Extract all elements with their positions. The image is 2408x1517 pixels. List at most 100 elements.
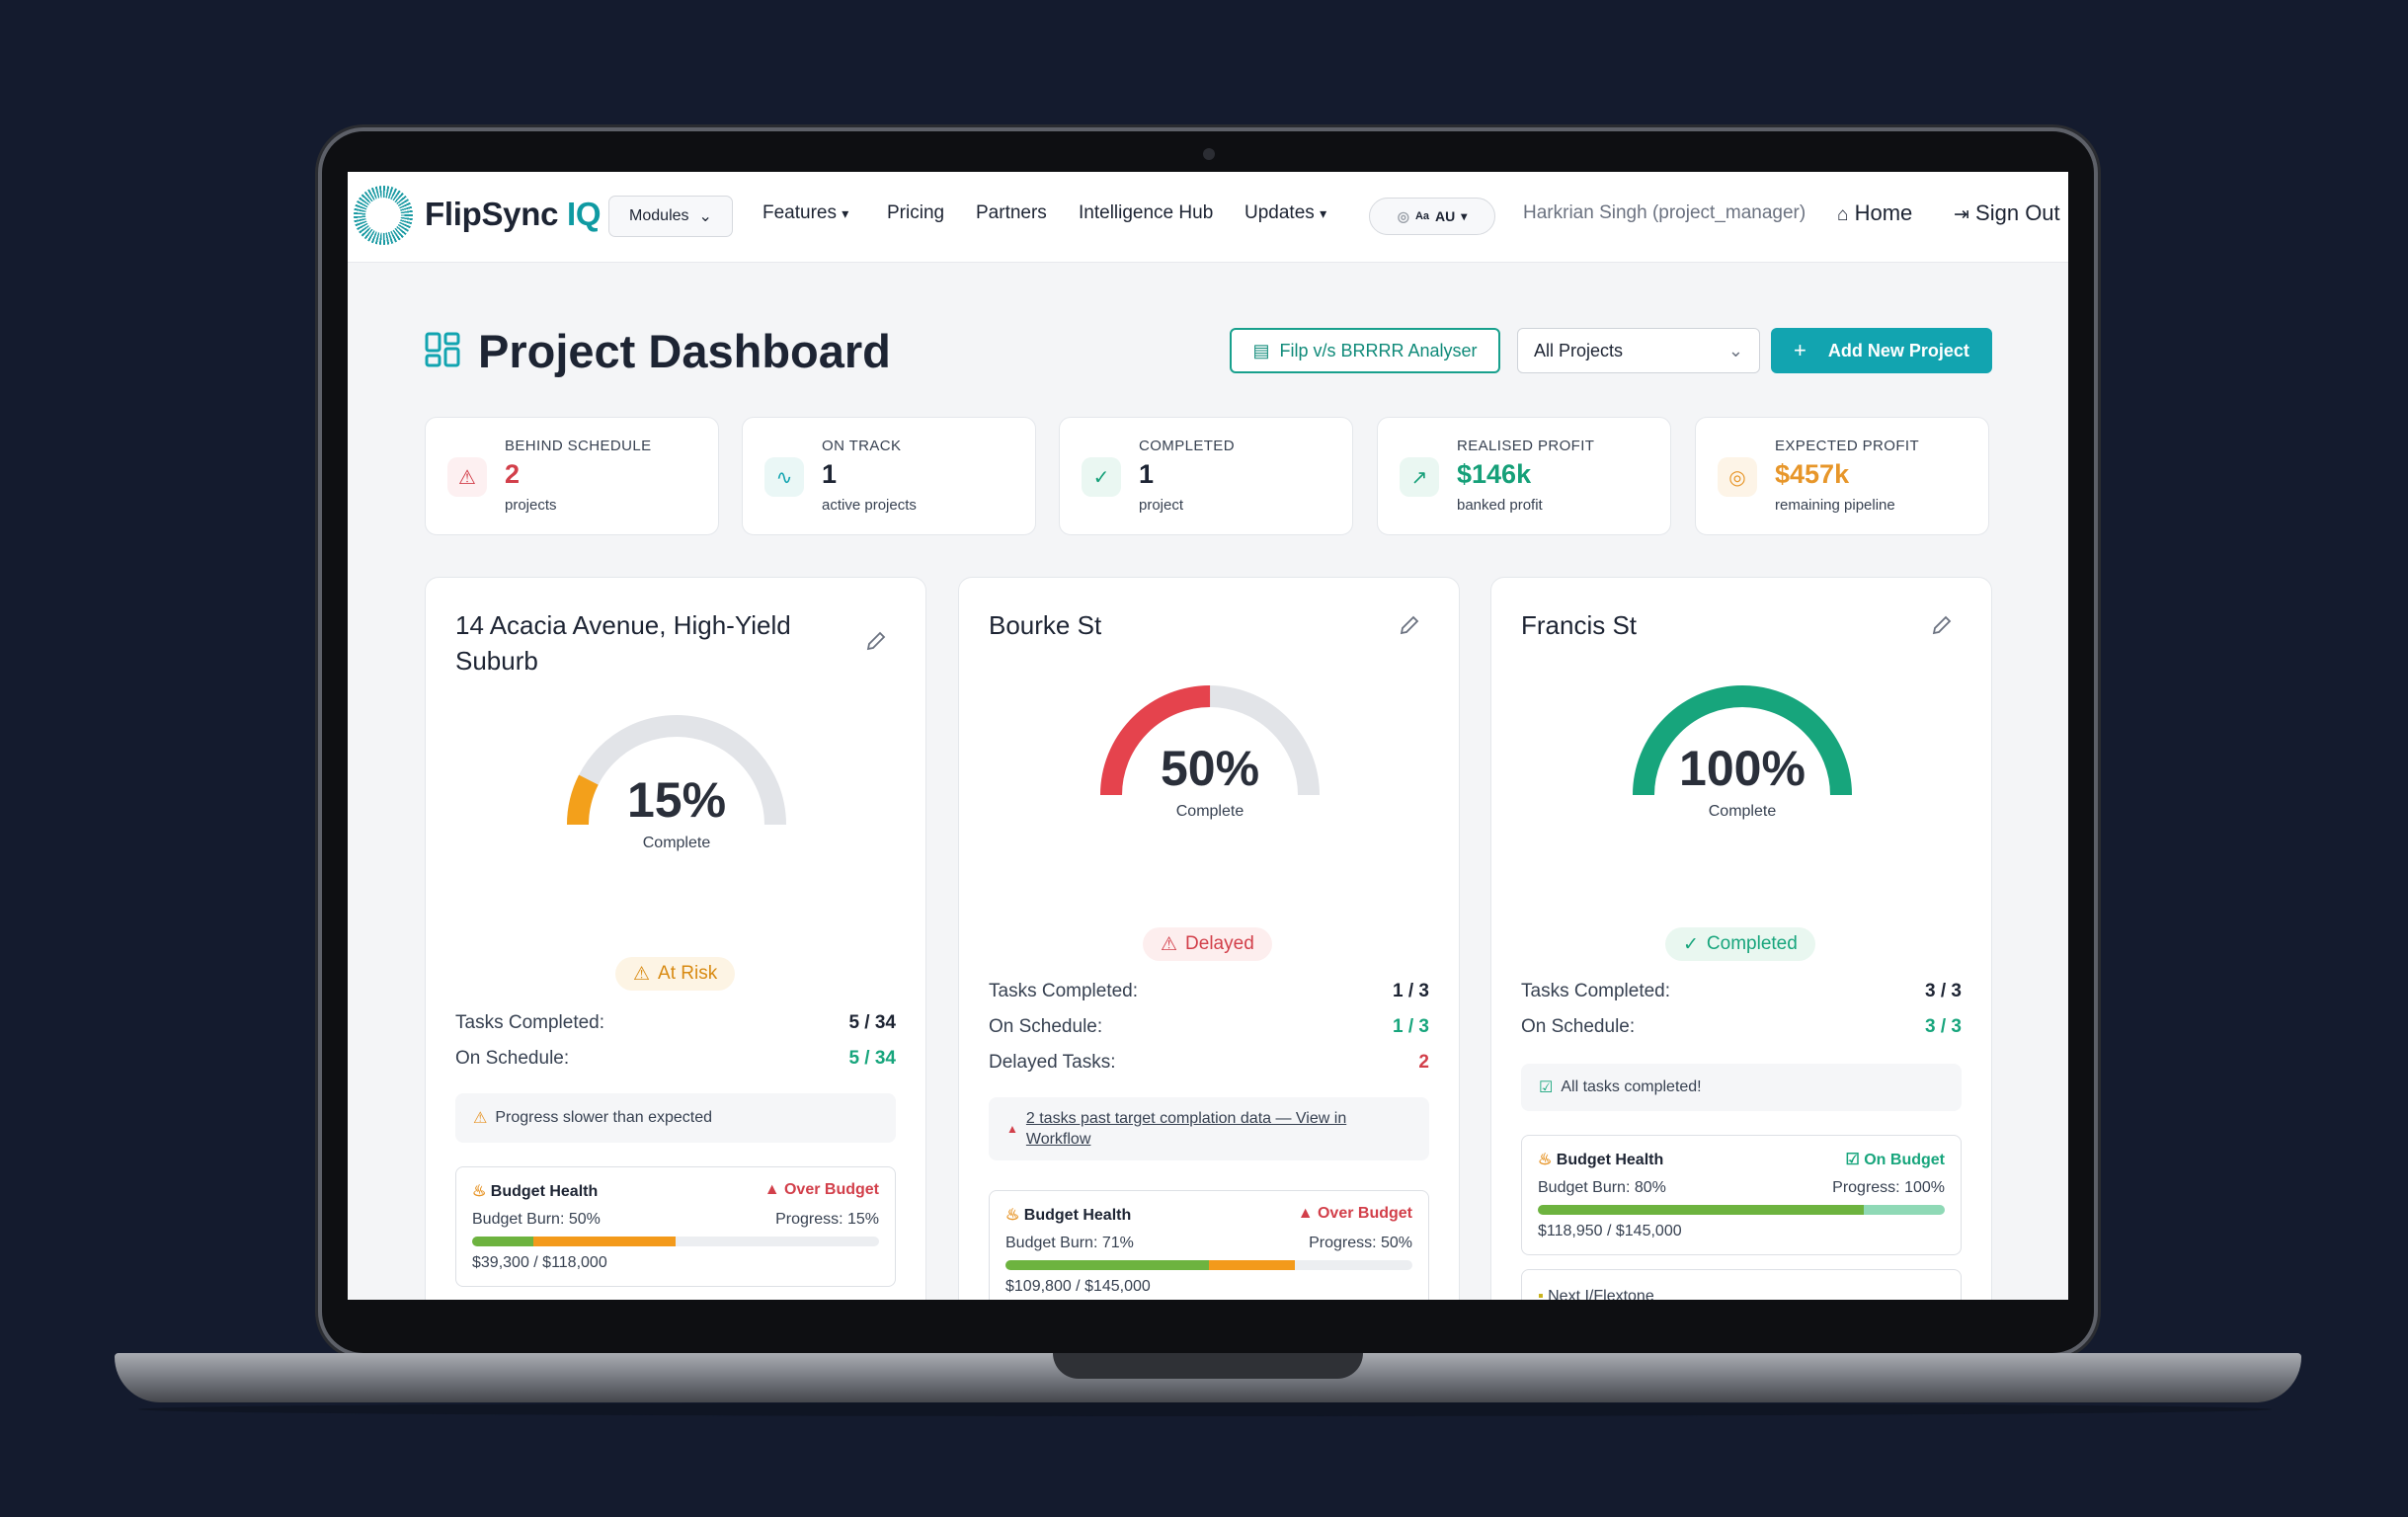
alert-triangle-icon: ⚠	[447, 457, 487, 497]
home-icon: ⌂	[1837, 204, 1849, 225]
budget-burn-segment	[1538, 1205, 1864, 1215]
on-schedule-row: On Schedule: 3 / 3	[1521, 1016, 1962, 1037]
plus-icon: +	[1794, 338, 1806, 362]
nav-intelligence-hub[interactable]: Intelligence Hub	[1079, 202, 1213, 224]
fire-icon: ♨	[472, 1183, 487, 1200]
nav-sign-out[interactable]: ⇥ Sign Out	[1954, 200, 2060, 226]
chevron-down-icon: ▾	[842, 205, 849, 221]
status-badge: ⚠ At Risk	[615, 957, 736, 991]
chevron-down-icon: ▾	[1461, 209, 1468, 223]
chevron-down-icon: ▾	[1320, 205, 1327, 221]
budget-health-panel: ♨ Budget Health ☑ On Budget Budget Burn:…	[1521, 1135, 1962, 1255]
gauge-percent: 50%	[1160, 741, 1260, 796]
budget-health-panel: ♨ Budget Health ▲ Over Budget Budget Bur…	[989, 1190, 1429, 1300]
budget-burn-bar	[1005, 1260, 1412, 1270]
top-nav: FlipSync IQ Modules ⌄ Features ▾ Pricing …	[348, 172, 2068, 263]
modules-dropdown[interactable]: Modules ⌄	[608, 196, 733, 237]
tasks-completed-row: Tasks Completed: 1 / 3	[989, 981, 1429, 1001]
edit-icon[interactable]	[864, 629, 888, 653]
project-card-francis[interactable]: Francis St 100% Complete ✓ Completed Task…	[1490, 577, 1992, 1300]
sign-out-icon: ⇥	[1954, 204, 1969, 225]
on-schedule-row: On Schedule: 1 / 3	[989, 1016, 1429, 1037]
nav-home[interactable]: ⌂ Home	[1837, 200, 1912, 226]
stat-realised-profit: ↗ REALISED PROFIT $146k banked profit	[1377, 417, 1671, 535]
on-schedule-row: On Schedule: 5 / 34	[455, 1048, 896, 1069]
app-screen: FlipSync IQ Modules ⌄ Features ▾ Pricing …	[348, 172, 2068, 1300]
nav-pricing[interactable]: Pricing	[887, 202, 944, 224]
stat-completed: ✓ COMPLETED 1 project	[1059, 417, 1353, 535]
alert-icon: ▲	[1297, 1205, 1314, 1222]
translate-icon: Aa	[1414, 210, 1429, 222]
project-title: Bourke St	[989, 610, 1102, 640]
gauge-label: Complete	[1708, 803, 1777, 820]
next-milestone-panel: ▪ Next I/Flextone	[1521, 1269, 1962, 1300]
completion-note: ☑ All tasks completed!	[1521, 1064, 1962, 1111]
edit-icon[interactable]	[1930, 613, 1954, 637]
flip-brrrr-analyser-button[interactable]: ▤ Filp v/s BRRRR Analyser	[1230, 328, 1500, 373]
remaining-progress-segment	[1863, 1205, 1945, 1215]
alert-icon: ▲	[763, 1181, 780, 1198]
locale-selector[interactable]: ◎ Aa AU ▾	[1369, 198, 1495, 235]
alert-triangle-icon: ⚠	[633, 963, 651, 985]
gauge-percent: 15%	[626, 772, 727, 828]
brand-logo[interactable]: FlipSync IQ	[425, 196, 602, 233]
chevron-down-icon: ⌄	[698, 208, 712, 225]
stat-expected-profit: ◎ EXPECTED PROFIT $457k remaining pipeli…	[1695, 417, 1989, 535]
budget-health-panel: ♨ Budget Health ▲ Over Budget Budget Bur…	[455, 1166, 896, 1287]
check-circle-icon: ✓	[1082, 457, 1121, 497]
progress-gauge: 15% Complete	[558, 706, 795, 854]
laptop-shadow	[138, 1402, 2272, 1416]
activity-icon: ∿	[764, 457, 804, 497]
nav-features[interactable]: Features ▾	[763, 202, 848, 224]
warning-icon: ⚠	[473, 1110, 488, 1127]
project-card-acacia[interactable]: 14 Acacia Avenue, High-Yield Suburb 15% …	[425, 577, 926, 1300]
modules-label: Modules	[629, 207, 689, 224]
stat-behind-schedule: ⚠ BEHIND SCHEDULE 2 projects	[425, 417, 719, 535]
fire-icon: ♨	[1538, 1152, 1553, 1168]
check-square-icon: ☑	[1845, 1152, 1860, 1168]
progress-gauge: 50% Complete	[1091, 677, 1328, 825]
nav-updates[interactable]: Updates ▾	[1244, 202, 1326, 224]
globe-icon: ◎	[1397, 207, 1409, 224]
over-budget-segment	[1209, 1260, 1295, 1270]
check-circle-icon: ✓	[1683, 933, 1699, 955]
status-badge: ✓ Completed	[1665, 927, 1815, 961]
alert-icon: ▲	[1006, 1122, 1018, 1136]
target-icon: ◎	[1718, 457, 1757, 497]
progress-note: ⚠ Progress slower than expected	[455, 1093, 896, 1143]
budget-burn-bar	[1538, 1205, 1945, 1215]
laptop-notch	[1053, 1353, 1363, 1379]
logo-icon[interactable]	[354, 186, 413, 245]
user-name: Harkrian Singh (project_manager)	[1523, 202, 1806, 223]
tasks-completed-row: Tasks Completed: 5 / 34	[455, 1012, 896, 1033]
calculator-icon: ▤	[1252, 340, 1270, 360]
delayed-tasks-link[interactable]: ▲ 2 tasks past target complation data — V…	[989, 1097, 1429, 1160]
project-title: Francis St	[1521, 610, 1638, 640]
page-title: Project Dashboard	[478, 325, 891, 377]
project-title: 14 Acacia Avenue, High-Yield Suburb	[455, 610, 791, 676]
edit-icon[interactable]	[1398, 613, 1421, 637]
gauge-label: Complete	[1175, 803, 1244, 820]
progress-gauge: 100% Complete	[1624, 677, 1861, 825]
gauge-percent: 100%	[1679, 741, 1806, 796]
tasks-completed-row: Tasks Completed: 3 / 3	[1521, 981, 1962, 1001]
brand-iq: IQ	[567, 196, 602, 232]
flag-icon: ▪	[1538, 1288, 1544, 1300]
delayed-tasks-row: Delayed Tasks: 2	[989, 1052, 1429, 1073]
camera-dot	[1203, 148, 1215, 160]
checkbox-icon: ☑	[1539, 1079, 1554, 1096]
gauge-label: Complete	[642, 835, 711, 851]
status-badge: ⚠ Delayed	[1143, 927, 1272, 961]
stat-on-track: ∿ ON TRACK 1 active projects	[742, 417, 1036, 535]
trending-up-icon: ↗	[1400, 457, 1439, 497]
over-budget-segment	[532, 1237, 676, 1246]
project-filter-select[interactable]: All Projects ⌄	[1517, 328, 1760, 373]
add-new-project-button[interactable]: + Add New Project	[1771, 328, 1992, 373]
budget-burn-bar	[472, 1237, 879, 1246]
nav-partners[interactable]: Partners	[976, 202, 1047, 224]
alert-triangle-icon: ⚠	[1161, 933, 1178, 955]
fire-icon: ♨	[1005, 1207, 1020, 1224]
project-card-bourke[interactable]: Bourke St 50% Complete ⚠ Delayed Tasks Co…	[958, 577, 1460, 1300]
chevron-down-icon: ⌄	[1727, 340, 1743, 360]
budget-burn-segment	[472, 1237, 533, 1246]
